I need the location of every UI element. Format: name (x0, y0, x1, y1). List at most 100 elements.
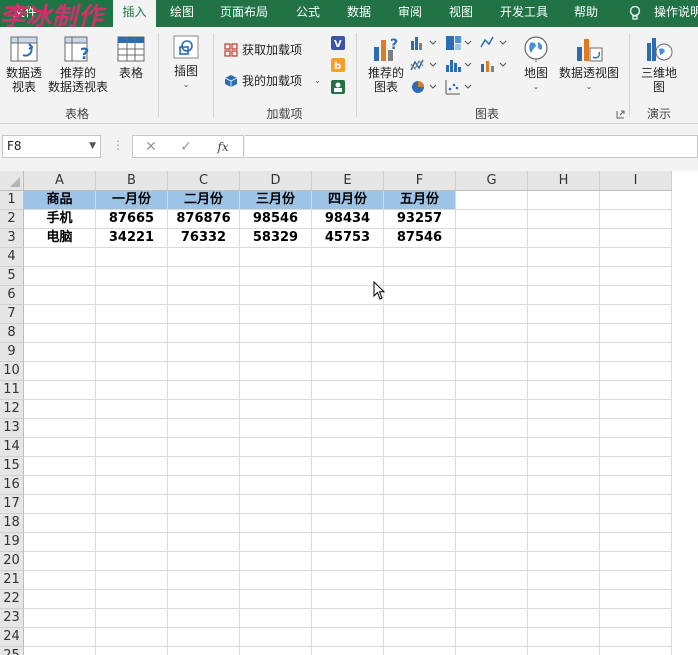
row-header-8[interactable]: 8 (0, 324, 24, 343)
cell-a18[interactable] (24, 514, 96, 533)
cell-b18[interactable] (96, 514, 168, 533)
cell-c14[interactable] (168, 438, 240, 457)
cell-h7[interactable] (528, 305, 600, 324)
cell-c19[interactable] (168, 533, 240, 552)
cell-f9[interactable] (384, 343, 456, 362)
cell-a6[interactable] (24, 286, 96, 305)
row-header-17[interactable]: 17 (0, 495, 24, 514)
cell-g7[interactable] (456, 305, 528, 324)
cell-f12[interactable] (384, 400, 456, 419)
cell-i5[interactable] (600, 267, 672, 286)
cell-e22[interactable] (312, 590, 384, 609)
cell-h18[interactable] (528, 514, 600, 533)
cell-e4[interactable] (312, 248, 384, 267)
cell-h4[interactable] (528, 248, 600, 267)
bing-icon[interactable]: b (330, 57, 346, 73)
worksheet-grid[interactable]: ABCDEFGHI 1 2 3 4 5 6 7 8 9 10 11 12 13 14 15 16 17 18 19 2… (0, 171, 698, 655)
cell-f3[interactable]: 87546 (384, 229, 456, 248)
cell-c4[interactable] (168, 248, 240, 267)
cell-h23[interactable] (528, 609, 600, 628)
cell-g22[interactable] (456, 590, 528, 609)
row-header-11[interactable]: 11 (0, 381, 24, 400)
cell-b22[interactable] (96, 590, 168, 609)
cell-f14[interactable] (384, 438, 456, 457)
get-addins-button[interactable]: 获取加载项 (224, 41, 324, 59)
row-header-10[interactable]: 10 (0, 362, 24, 381)
waterfall-chart-icon[interactable] (480, 35, 508, 51)
cell-f6[interactable] (384, 286, 456, 305)
cell-c7[interactable] (168, 305, 240, 324)
cell-e14[interactable] (312, 438, 384, 457)
cell-e17[interactable] (312, 495, 384, 514)
cell-h1[interactable] (528, 191, 600, 210)
cell-c22[interactable] (168, 590, 240, 609)
cell-a7[interactable] (24, 305, 96, 324)
cell-g20[interactable] (456, 552, 528, 571)
cell-g12[interactable] (456, 400, 528, 419)
cell-d16[interactable] (240, 476, 312, 495)
cell-c23[interactable] (168, 609, 240, 628)
cell-f7[interactable] (384, 305, 456, 324)
my-addins-button[interactable]: 我的加载项 ⌄ (224, 72, 324, 90)
cell-i25[interactable] (600, 647, 672, 655)
column-header-b[interactable]: B (96, 171, 168, 191)
formula-input[interactable] (245, 135, 698, 158)
column-header-g[interactable]: G (456, 171, 528, 191)
cell-i17[interactable] (600, 495, 672, 514)
cell-h11[interactable] (528, 381, 600, 400)
cell-a1[interactable]: 商品 (24, 191, 96, 210)
cell-f18[interactable] (384, 514, 456, 533)
cell-f21[interactable] (384, 571, 456, 590)
cell-e9[interactable] (312, 343, 384, 362)
cell-a2[interactable]: 手机 (24, 210, 96, 229)
cell-h8[interactable] (528, 324, 600, 343)
cell-f11[interactable] (384, 381, 456, 400)
cell-i14[interactable] (600, 438, 672, 457)
cell-h24[interactable] (528, 628, 600, 647)
cell-d9[interactable] (240, 343, 312, 362)
cell-h16[interactable] (528, 476, 600, 495)
cell-a4[interactable] (24, 248, 96, 267)
row-header-13[interactable]: 13 (0, 419, 24, 438)
cell-b11[interactable] (96, 381, 168, 400)
row-header-21[interactable]: 21 (0, 571, 24, 590)
tab-draw[interactable]: 绘图 (162, 0, 202, 27)
cell-b21[interactable] (96, 571, 168, 590)
cell-b19[interactable] (96, 533, 168, 552)
tab-insert[interactable]: 插入 (113, 0, 156, 28)
3d-map-button[interactable]: 三维地 图 (636, 35, 682, 94)
cell-b2[interactable]: 87665 (96, 210, 168, 229)
cell-h19[interactable] (528, 533, 600, 552)
cell-g11[interactable] (456, 381, 528, 400)
cell-i7[interactable] (600, 305, 672, 324)
cell-h9[interactable] (528, 343, 600, 362)
combo-chart-icon[interactable] (480, 57, 508, 73)
cell-b1[interactable]: 一月份 (96, 191, 168, 210)
cell-e13[interactable] (312, 419, 384, 438)
cell-b17[interactable] (96, 495, 168, 514)
cell-b15[interactable] (96, 457, 168, 476)
cell-f4[interactable] (384, 248, 456, 267)
cell-a16[interactable] (24, 476, 96, 495)
cell-g24[interactable] (456, 628, 528, 647)
cell-d14[interactable] (240, 438, 312, 457)
cell-h10[interactable] (528, 362, 600, 381)
cell-i15[interactable] (600, 457, 672, 476)
cell-b8[interactable] (96, 324, 168, 343)
cell-e3[interactable]: 45753 (312, 229, 384, 248)
tab-page-layout[interactable]: 页面布局 (212, 0, 276, 27)
row-header-7[interactable]: 7 (0, 305, 24, 324)
cell-d24[interactable] (240, 628, 312, 647)
cell-d21[interactable] (240, 571, 312, 590)
cell-i9[interactable] (600, 343, 672, 362)
cell-a10[interactable] (24, 362, 96, 381)
cell-g1[interactable] (456, 191, 528, 210)
cell-i8[interactable] (600, 324, 672, 343)
cell-g16[interactable] (456, 476, 528, 495)
cell-c16[interactable] (168, 476, 240, 495)
cell-e23[interactable] (312, 609, 384, 628)
cell-f16[interactable] (384, 476, 456, 495)
cell-b20[interactable] (96, 552, 168, 571)
cell-c2[interactable]: 876876 (168, 210, 240, 229)
cell-i3[interactable] (600, 229, 672, 248)
